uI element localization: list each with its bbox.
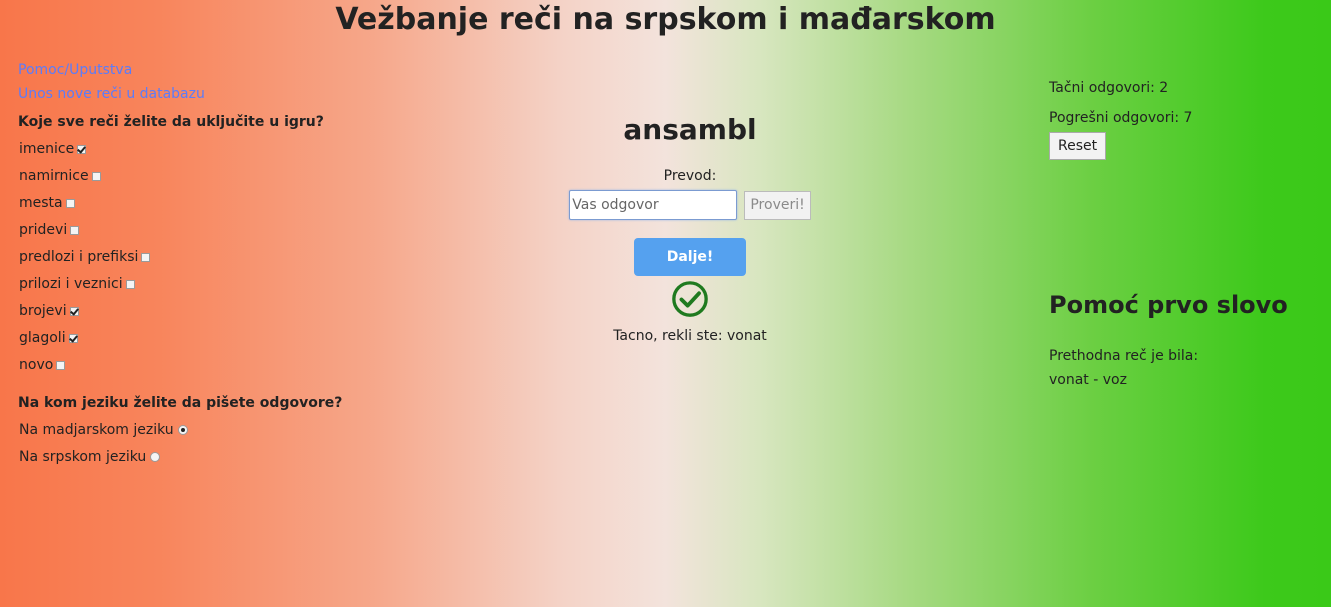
answer-feedback: Tacno, rekli ste: vonat [613,328,767,344]
category-checkbox[interactable] [141,253,151,262]
first-letter-hint-heading[interactable]: Pomoć prvo slovo [1049,288,1329,322]
language-label: Na srpskom jeziku [19,449,147,465]
category-label: imenice [19,141,75,157]
category-checkbox[interactable] [77,145,87,154]
previous-word-value: vonat - voz [1049,372,1127,388]
category-option[interactable]: prilozi i veznici [19,271,418,298]
category-label: prilozi i veznici [19,276,123,292]
category-option[interactable]: namirnice [19,163,418,190]
category-option[interactable]: brojevi [19,298,418,325]
category-checkbox[interactable] [56,361,66,370]
language-radio[interactable] [150,452,161,462]
settings-panel: Pomoc/Uputstva Unos nove reči u databazu… [18,58,418,471]
language-option[interactable]: Na madjarskom jeziku [19,417,418,444]
previous-word-label: Prethodna reč je bila: [1049,348,1199,364]
category-checkbox[interactable] [69,307,79,316]
category-label: novo [19,357,54,373]
quiz-word: ansambl [623,113,757,146]
check-button[interactable]: Proveri! [744,190,811,220]
category-checkbox[interactable] [125,280,135,289]
category-option[interactable]: mesta [19,190,418,217]
category-label: predlozi i prefiksi [19,249,139,265]
category-checkbox[interactable] [70,226,80,235]
language-label: Na madjarskom jeziku [19,422,174,438]
languages-list: Na madjarskom jeziku Na srpskom jeziku [18,417,418,471]
category-checkbox[interactable] [65,199,75,208]
category-checkbox[interactable] [68,334,78,343]
category-option[interactable]: glagoli [19,325,418,352]
new-word-link[interactable]: Unos nove reči u databazu [18,82,418,106]
reset-button[interactable]: Reset [1049,132,1107,160]
check-circle-icon [672,281,708,317]
category-option[interactable]: predlozi i prefiksi [19,244,418,271]
category-option[interactable]: imenice [19,136,418,163]
translation-label: Prevod: [663,168,717,184]
language-radio[interactable] [177,425,188,435]
category-option[interactable]: pridevi [19,217,418,244]
categories-list: imenice namirnice mesta pridevi predlozi i p… [18,136,418,379]
language-option[interactable]: Na srpskom jeziku [19,444,418,471]
page-title: Vežbanje reči na srpskom i mađarskom [335,2,996,37]
categories-heading: Koje sve reči želite da uključite u igru… [18,114,324,130]
answer-input[interactable] [569,190,738,220]
score-panel: Tačni odgovori: 2 Pogrešni odgovori: 7 R… [1049,78,1329,392]
category-option[interactable]: novo [19,352,418,379]
category-label: mesta [19,195,63,211]
correct-count: Tačni odgovori: 2 [1049,80,1169,96]
category-label: brojevi [19,303,67,319]
category-label: namirnice [19,168,89,184]
category-label: glagoli [19,330,66,346]
language-heading: Na kom jeziku želite da pišete odgovore? [18,395,343,411]
answer-row: Proveri! [540,190,840,222]
next-button[interactable]: Dalje! [634,238,746,276]
category-checkbox[interactable] [91,172,101,181]
category-label: pridevi [19,222,68,238]
wrong-count: Pogrešni odgovori: 7 [1049,110,1193,126]
quiz-panel: ansambl Prevod: Proveri! Dalje! Tacno, r… [540,110,840,346]
help-link[interactable]: Pomoc/Uputstva [18,58,418,82]
